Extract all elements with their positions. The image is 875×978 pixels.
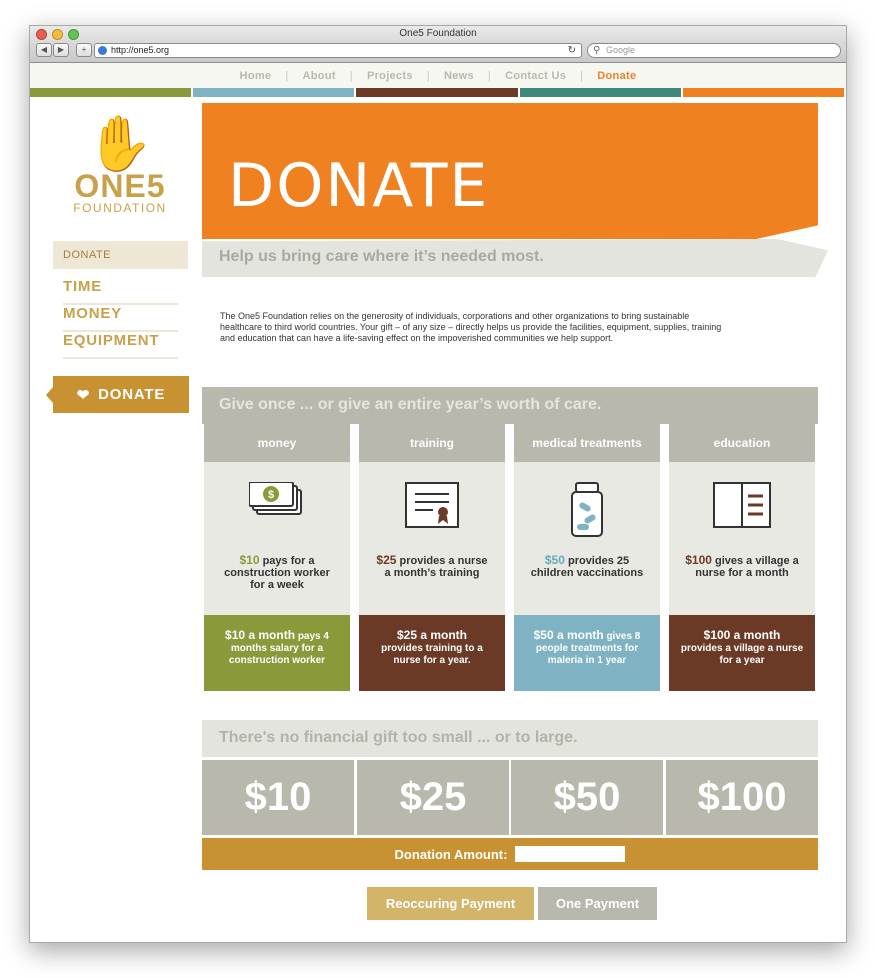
add-bookmark-icon[interactable]: +	[76, 43, 92, 57]
card-text: provides a nurse a month’s training	[384, 555, 488, 579]
tagline-text: Help us bring care where it’s needed mos…	[219, 248, 544, 265]
color-stripes	[30, 88, 846, 97]
card-footer-amount: $10 a month	[225, 628, 296, 642]
card-footer: $50 a month gives 8 people treatments fo…	[514, 615, 660, 691]
certificate-icon	[359, 482, 505, 536]
one-payment-button[interactable]: One Payment	[538, 887, 657, 920]
browser-window: One5 Foundation ◀ ▶ + http://one5.org ↻ …	[29, 25, 847, 943]
amount-50-button[interactable]: $50	[511, 760, 663, 835]
hero-banner: DONATE	[202, 103, 818, 239]
give-band: Give once ... or give an entire year’s w…	[202, 387, 818, 424]
card-heading: money	[204, 424, 350, 462]
card-heading: medical treatments	[514, 424, 660, 462]
sidebar-item-donate[interactable]: DONATE	[53, 241, 188, 269]
browser-toolbar: ◀ ▶ + http://one5.org ↻ ⚲ Google	[30, 43, 846, 61]
sidebar-item-money[interactable]: MONEY	[63, 305, 178, 332]
page-title: DONATE	[228, 151, 490, 221]
site-nav: Home | About | Projects | News | Contact Us |…	[30, 63, 846, 88]
card-description: $10 pays for a construction worker for a…	[220, 554, 334, 591]
back-icon[interactable]: ◀	[36, 43, 52, 57]
donate-button-label: DONATE	[98, 386, 166, 403]
gift-band-text: There's no financial gift too small ... …	[219, 729, 578, 746]
search-icon: ⚲	[593, 45, 601, 56]
nav-home[interactable]: Home	[240, 70, 272, 82]
donation-amount-bar: Donation Amount:	[202, 838, 818, 870]
sidebar-item-time[interactable]: TIME	[63, 278, 178, 305]
card-footer: $10 a month pays 4 months salary for a c…	[204, 615, 350, 691]
address-bar[interactable]: http://one5.org ↻	[94, 43, 582, 58]
card-heading: education	[669, 424, 815, 462]
amount-100-button[interactable]: $100	[666, 760, 818, 835]
nav-news[interactable]: News	[444, 70, 474, 82]
card-amount: $25	[376, 553, 397, 567]
pill-bottle-icon	[514, 482, 660, 537]
card-footer-text: provides a village a nurse for a year	[680, 643, 804, 666]
stripe	[193, 88, 355, 97]
recurring-payment-button[interactable]: Reoccuring Payment	[367, 887, 534, 920]
page-content: ✋ ONE5 FOUNDATION DONATE TIME MONEY EQUI…	[30, 97, 846, 942]
gift-band: There's no financial gift too small ... …	[202, 720, 818, 757]
amount-10-button[interactable]: $10	[202, 760, 354, 835]
forward-icon[interactable]: ▶	[53, 43, 69, 57]
card-footer-amount: $50 a month	[533, 628, 604, 642]
card-amount: $50	[544, 553, 565, 567]
donate-button[interactable]: ❤ DONATE	[46, 376, 189, 413]
globe-icon	[98, 46, 107, 55]
card-footer: $25 a month provides training to a nurse …	[359, 615, 505, 691]
window-title: One5 Foundation	[399, 28, 477, 39]
card-heading: training	[359, 424, 505, 462]
stripe	[356, 88, 518, 97]
logo-name: ONE5	[74, 168, 166, 204]
card-medical: medical treatments $50 provides 25 child…	[514, 424, 660, 691]
address-text: http://one5.org	[111, 45, 170, 55]
cash-icon: $	[204, 482, 350, 536]
sidebar-item-equipment[interactable]: EQUIPMENT	[63, 332, 178, 359]
heart-icon: ❤	[76, 386, 91, 404]
reload-icon[interactable]: ↻	[568, 44, 576, 57]
svg-text:$: $	[268, 489, 274, 501]
card-amount: $100	[685, 553, 712, 567]
nav-about[interactable]: About	[303, 70, 336, 82]
amount-25-button[interactable]: $25	[357, 760, 509, 835]
card-description: $100 gives a village a nurse for a month	[685, 554, 799, 579]
card-training: training $25 provides a nurse a month’s …	[359, 424, 505, 691]
nav-projects[interactable]: Projects	[367, 70, 413, 82]
tagline-band: Help us bring care where it’s needed mos…	[202, 239, 828, 277]
intro-paragraph: The One5 Foundation relies on the genero…	[220, 311, 722, 343]
donation-amount-input[interactable]	[515, 846, 626, 862]
card-education: education $100 gives a village a nurse f…	[669, 424, 815, 691]
search-field[interactable]: ⚲ Google	[587, 43, 841, 58]
logo-subtitle: FOUNDATION	[73, 201, 167, 215]
nav-donate[interactable]: Donate	[597, 70, 636, 82]
card-footer: $100 a month provides a village a nurse f…	[669, 615, 815, 691]
nav-contact[interactable]: Contact Us	[505, 70, 566, 82]
give-band-text: Give once ... or give an entire year’s w…	[219, 396, 602, 413]
donation-amount-label: Donation Amount:	[394, 846, 508, 862]
hand-icon: ✋	[86, 114, 154, 174]
stripe	[519, 88, 681, 97]
stripe	[30, 88, 192, 97]
logo[interactable]: ✋ ONE5 FOUNDATION	[70, 117, 170, 215]
card-amount: $10	[239, 553, 260, 567]
card-description: $50 provides 25 children vaccinations	[530, 554, 644, 579]
card-description: $25 provides a nurse a month’s training	[375, 554, 489, 579]
card-footer-text: provides training to a nurse for a year.	[381, 643, 483, 666]
search-placeholder: Google	[606, 45, 636, 55]
browser-chrome: One5 Foundation ◀ ▶ + http://one5.org ↻ …	[30, 26, 846, 63]
card-footer-amount: $100 a month	[703, 628, 781, 642]
card-money: money $ $10 pays for a construction work…	[204, 424, 350, 691]
card-footer-amount: $25 a month	[396, 628, 468, 642]
stripe	[682, 88, 845, 97]
book-icon	[669, 482, 815, 536]
